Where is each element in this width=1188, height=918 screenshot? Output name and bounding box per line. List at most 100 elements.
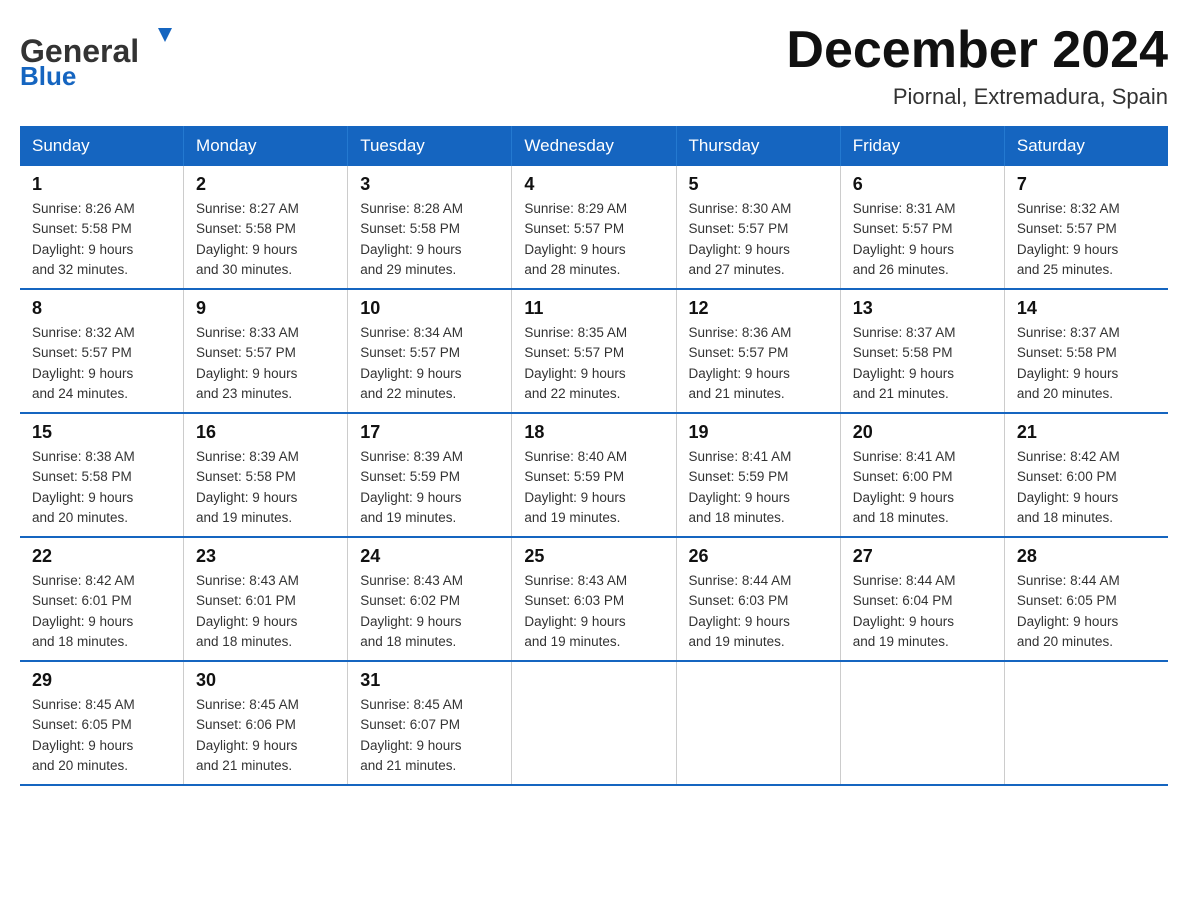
day-info: Sunrise: 8:42 AM Sunset: 6:00 PM Dayligh… [1017, 447, 1156, 528]
day-number: 18 [524, 422, 663, 443]
calendar-cell: 30 Sunrise: 8:45 AM Sunset: 6:06 PM Dayl… [184, 661, 348, 785]
day-number: 23 [196, 546, 335, 567]
calendar-cell: 29 Sunrise: 8:45 AM Sunset: 6:05 PM Dayl… [20, 661, 184, 785]
calendar-subtitle: Piornal, Extremadura, Spain [786, 84, 1168, 110]
day-info: Sunrise: 8:45 AM Sunset: 6:07 PM Dayligh… [360, 695, 499, 776]
day-number: 30 [196, 670, 335, 691]
day-info: Sunrise: 8:33 AM Sunset: 5:57 PM Dayligh… [196, 323, 335, 404]
page-header: General Blue December 2024 Piornal, Extr… [20, 20, 1168, 110]
calendar-cell: 14 Sunrise: 8:37 AM Sunset: 5:58 PM Dayl… [1004, 289, 1168, 413]
week-row-1: 1 Sunrise: 8:26 AM Sunset: 5:58 PM Dayli… [20, 166, 1168, 289]
col-friday: Friday [840, 126, 1004, 166]
logo-svg: General Blue [20, 20, 180, 90]
day-info: Sunrise: 8:27 AM Sunset: 5:58 PM Dayligh… [196, 199, 335, 280]
day-info: Sunrise: 8:36 AM Sunset: 5:57 PM Dayligh… [689, 323, 828, 404]
calendar-cell: 31 Sunrise: 8:45 AM Sunset: 6:07 PM Dayl… [348, 661, 512, 785]
day-info: Sunrise: 8:45 AM Sunset: 6:06 PM Dayligh… [196, 695, 335, 776]
day-info: Sunrise: 8:37 AM Sunset: 5:58 PM Dayligh… [1017, 323, 1156, 404]
day-info: Sunrise: 8:40 AM Sunset: 5:59 PM Dayligh… [524, 447, 663, 528]
day-info: Sunrise: 8:28 AM Sunset: 5:58 PM Dayligh… [360, 199, 499, 280]
calendar-cell: 26 Sunrise: 8:44 AM Sunset: 6:03 PM Dayl… [676, 537, 840, 661]
col-saturday: Saturday [1004, 126, 1168, 166]
day-info: Sunrise: 8:41 AM Sunset: 5:59 PM Dayligh… [689, 447, 828, 528]
day-info: Sunrise: 8:41 AM Sunset: 6:00 PM Dayligh… [853, 447, 992, 528]
day-number: 8 [32, 298, 171, 319]
title-block: December 2024 Piornal, Extremadura, Spai… [786, 20, 1168, 110]
day-info: Sunrise: 8:43 AM Sunset: 6:01 PM Dayligh… [196, 571, 335, 652]
day-info: Sunrise: 8:30 AM Sunset: 5:57 PM Dayligh… [689, 199, 828, 280]
day-info: Sunrise: 8:44 AM Sunset: 6:05 PM Dayligh… [1017, 571, 1156, 652]
calendar-cell: 16 Sunrise: 8:39 AM Sunset: 5:58 PM Dayl… [184, 413, 348, 537]
week-row-3: 15 Sunrise: 8:38 AM Sunset: 5:58 PM Dayl… [20, 413, 1168, 537]
logo: General Blue [20, 20, 180, 90]
day-number: 26 [689, 546, 828, 567]
calendar-cell: 20 Sunrise: 8:41 AM Sunset: 6:00 PM Dayl… [840, 413, 1004, 537]
week-row-4: 22 Sunrise: 8:42 AM Sunset: 6:01 PM Dayl… [20, 537, 1168, 661]
calendar-cell: 1 Sunrise: 8:26 AM Sunset: 5:58 PM Dayli… [20, 166, 184, 289]
day-info: Sunrise: 8:29 AM Sunset: 5:57 PM Dayligh… [524, 199, 663, 280]
day-number: 2 [196, 174, 335, 195]
day-number: 10 [360, 298, 499, 319]
col-sunday: Sunday [20, 126, 184, 166]
day-number: 31 [360, 670, 499, 691]
day-number: 15 [32, 422, 171, 443]
calendar-cell: 5 Sunrise: 8:30 AM Sunset: 5:57 PM Dayli… [676, 166, 840, 289]
calendar-cell: 27 Sunrise: 8:44 AM Sunset: 6:04 PM Dayl… [840, 537, 1004, 661]
calendar-cell: 10 Sunrise: 8:34 AM Sunset: 5:57 PM Dayl… [348, 289, 512, 413]
day-info: Sunrise: 8:35 AM Sunset: 5:57 PM Dayligh… [524, 323, 663, 404]
calendar-cell: 6 Sunrise: 8:31 AM Sunset: 5:57 PM Dayli… [840, 166, 1004, 289]
day-number: 1 [32, 174, 171, 195]
day-number: 5 [689, 174, 828, 195]
calendar-cell: 2 Sunrise: 8:27 AM Sunset: 5:58 PM Dayli… [184, 166, 348, 289]
col-thursday: Thursday [676, 126, 840, 166]
week-row-5: 29 Sunrise: 8:45 AM Sunset: 6:05 PM Dayl… [20, 661, 1168, 785]
day-info: Sunrise: 8:38 AM Sunset: 5:58 PM Dayligh… [32, 447, 171, 528]
day-info: Sunrise: 8:45 AM Sunset: 6:05 PM Dayligh… [32, 695, 171, 776]
col-wednesday: Wednesday [512, 126, 676, 166]
day-info: Sunrise: 8:31 AM Sunset: 5:57 PM Dayligh… [853, 199, 992, 280]
day-info: Sunrise: 8:44 AM Sunset: 6:03 PM Dayligh… [689, 571, 828, 652]
calendar-cell: 24 Sunrise: 8:43 AM Sunset: 6:02 PM Dayl… [348, 537, 512, 661]
calendar-cell: 8 Sunrise: 8:32 AM Sunset: 5:57 PM Dayli… [20, 289, 184, 413]
day-info: Sunrise: 8:43 AM Sunset: 6:02 PM Dayligh… [360, 571, 499, 652]
calendar-cell: 9 Sunrise: 8:33 AM Sunset: 5:57 PM Dayli… [184, 289, 348, 413]
day-number: 7 [1017, 174, 1156, 195]
day-number: 27 [853, 546, 992, 567]
svg-text:Blue: Blue [20, 61, 76, 90]
day-number: 17 [360, 422, 499, 443]
day-number: 4 [524, 174, 663, 195]
day-number: 28 [1017, 546, 1156, 567]
calendar-cell: 23 Sunrise: 8:43 AM Sunset: 6:01 PM Dayl… [184, 537, 348, 661]
calendar-cell: 22 Sunrise: 8:42 AM Sunset: 6:01 PM Dayl… [20, 537, 184, 661]
day-number: 20 [853, 422, 992, 443]
day-number: 24 [360, 546, 499, 567]
calendar-body: 1 Sunrise: 8:26 AM Sunset: 5:58 PM Dayli… [20, 166, 1168, 785]
calendar-cell: 4 Sunrise: 8:29 AM Sunset: 5:57 PM Dayli… [512, 166, 676, 289]
day-number: 6 [853, 174, 992, 195]
day-info: Sunrise: 8:39 AM Sunset: 5:58 PM Dayligh… [196, 447, 335, 528]
calendar-cell: 19 Sunrise: 8:41 AM Sunset: 5:59 PM Dayl… [676, 413, 840, 537]
calendar-header: Sunday Monday Tuesday Wednesday Thursday… [20, 126, 1168, 166]
days-of-week-row: Sunday Monday Tuesday Wednesday Thursday… [20, 126, 1168, 166]
calendar-cell [1004, 661, 1168, 785]
calendar-title: December 2024 [786, 20, 1168, 80]
calendar-cell: 17 Sunrise: 8:39 AM Sunset: 5:59 PM Dayl… [348, 413, 512, 537]
col-tuesday: Tuesday [348, 126, 512, 166]
day-info: Sunrise: 8:32 AM Sunset: 5:57 PM Dayligh… [32, 323, 171, 404]
calendar-cell: 28 Sunrise: 8:44 AM Sunset: 6:05 PM Dayl… [1004, 537, 1168, 661]
day-number: 9 [196, 298, 335, 319]
calendar-cell: 15 Sunrise: 8:38 AM Sunset: 5:58 PM Dayl… [20, 413, 184, 537]
day-info: Sunrise: 8:43 AM Sunset: 6:03 PM Dayligh… [524, 571, 663, 652]
week-row-2: 8 Sunrise: 8:32 AM Sunset: 5:57 PM Dayli… [20, 289, 1168, 413]
calendar-cell: 21 Sunrise: 8:42 AM Sunset: 6:00 PM Dayl… [1004, 413, 1168, 537]
day-info: Sunrise: 8:44 AM Sunset: 6:04 PM Dayligh… [853, 571, 992, 652]
day-number: 25 [524, 546, 663, 567]
calendar-cell: 25 Sunrise: 8:43 AM Sunset: 6:03 PM Dayl… [512, 537, 676, 661]
calendar-table: Sunday Monday Tuesday Wednesday Thursday… [20, 126, 1168, 786]
day-number: 16 [196, 422, 335, 443]
day-info: Sunrise: 8:42 AM Sunset: 6:01 PM Dayligh… [32, 571, 171, 652]
day-number: 22 [32, 546, 171, 567]
calendar-cell: 3 Sunrise: 8:28 AM Sunset: 5:58 PM Dayli… [348, 166, 512, 289]
calendar-cell [840, 661, 1004, 785]
day-number: 13 [853, 298, 992, 319]
